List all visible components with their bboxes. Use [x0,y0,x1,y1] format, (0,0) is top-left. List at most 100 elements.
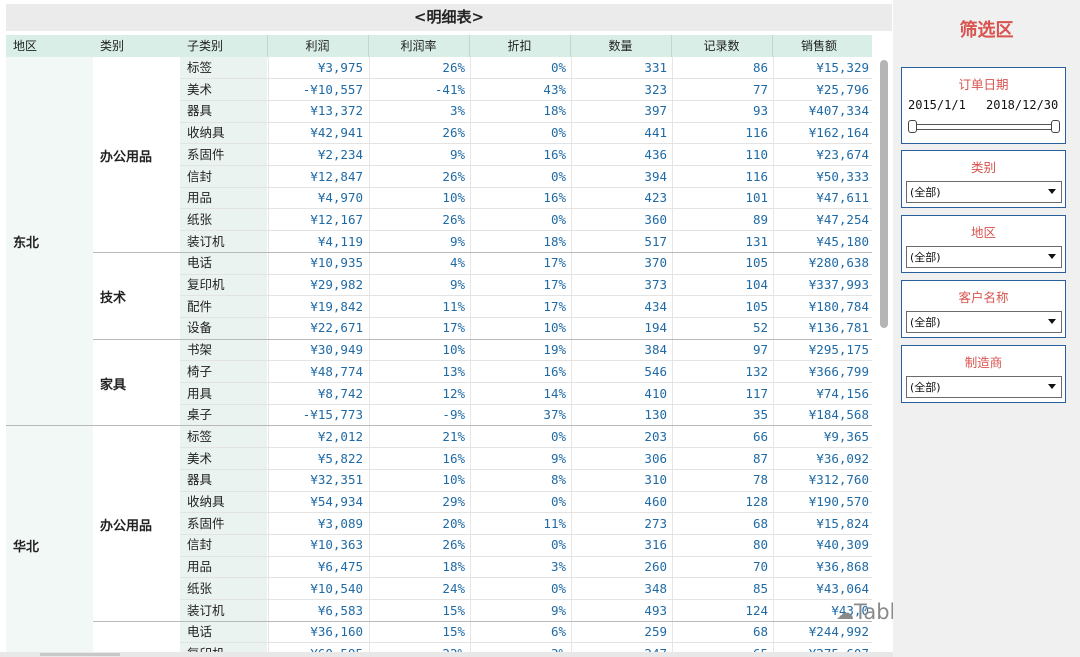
discount-cell: 0% [550,211,566,227]
subcategory-cell: 美术 [187,81,213,97]
customer-filter: 客户名称 (全部) [901,280,1066,338]
subcategory-cell: 桌子 [187,407,213,423]
record-count-cell: 87 [752,450,768,466]
subcategory-cell: 用具 [187,385,213,401]
header-record-count[interactable]: 记录数 [671,35,772,57]
header-profit[interactable]: 利润 [267,35,368,57]
subcategory-cell: 美术 [187,450,213,466]
header-discount[interactable]: 折扣 [469,35,570,57]
category-label: 办公用品 [100,518,153,534]
profit-cell: ¥8,742 [317,385,363,401]
region-label: 东北 [13,236,40,252]
profit-cell: ¥13,372 [310,103,363,119]
header-subcategory[interactable]: 子类别 [187,35,223,57]
record-count-cell: 116 [745,168,768,184]
profit-rate-cell: 26% [442,537,465,553]
profit-rate-cell: 18% [442,559,465,575]
quantity-cell: 310 [644,472,667,488]
sales-cell: ¥25,796 [816,81,869,97]
header-category[interactable]: 类别 [100,35,124,57]
discount-cell: 11% [543,515,566,531]
header-sales[interactable]: 销售额 [772,35,866,57]
quantity-cell: 410 [644,385,667,401]
subcategory-cell: 用品 [187,190,213,206]
chevron-down-icon [1048,254,1056,259]
subcategory-cell: 收纳具 [187,125,225,141]
subcategory-cell: 系固件 [187,146,225,162]
profit-cell: ¥12,167 [310,211,363,227]
category-dropdown[interactable]: (全部) [906,181,1062,203]
profit-cell: ¥30,949 [310,342,363,358]
profit-rate-cell: 9% [449,277,465,292]
discount-cell: 0% [550,537,566,553]
profit-cell: ¥32,351 [310,472,363,488]
watermark: ☁Tableau入门 [836,600,893,624]
header-region[interactable]: 地区 [13,35,37,57]
horizontal-scrollbar-thumb[interactable] [40,653,120,656]
profit-cell: ¥4,119 [317,233,363,249]
profit-rate-cell: 21% [442,428,465,444]
profit-rate-cell: 17% [442,320,465,336]
profit-rate-cell: 4% [449,255,465,271]
profit-cell: ¥42,941 [310,125,363,141]
profit-rate-cell: 26% [442,125,465,141]
profit-rate-cell: 12% [442,385,465,401]
date-slider-start-handle[interactable] [908,120,917,133]
subcategory-cell: 标签 [187,60,213,75]
profit-cell: ¥3,975 [317,60,363,75]
quantity-cell: 203 [644,428,667,444]
subcategory-cell: 器具 [187,103,213,119]
discount-cell: 37% [543,407,566,423]
sales-cell: ¥312,760 [808,472,869,488]
subcategory-cell: 信封 [187,168,213,184]
header-profit-rate[interactable]: 利润率 [368,35,469,57]
customer-dropdown[interactable]: (全部) [906,311,1062,333]
subcategory-cell: 信封 [187,537,213,553]
discount-cell: 0% [550,60,566,75]
region-dropdown[interactable]: (全部) [906,246,1062,268]
profit-cell: ¥10,540 [310,580,363,596]
horizontal-scrollbar[interactable] [0,652,893,657]
sales-cell: ¥190,570 [808,494,869,509]
category-filter: 类别 (全部) [901,150,1066,208]
quantity-cell: 384 [644,342,667,358]
sales-cell: ¥15,824 [816,515,869,531]
profit-rate-cell: 15% [442,602,465,618]
profit-rate-cell: 29% [442,494,465,509]
subcategory-cell: 书架 [187,342,213,358]
header-quantity[interactable]: 数量 [570,35,671,57]
table-title: <明细表> [6,4,892,31]
record-count-cell: 86 [752,60,768,75]
record-count-cell: 35 [752,407,768,423]
sales-cell: ¥9,365 [823,428,869,444]
quantity-cell: 306 [644,450,667,466]
profit-cell: ¥2,234 [317,146,363,162]
sales-cell: ¥23,674 [816,146,869,162]
subcategory-cell: 椅子 [187,363,213,379]
profit-rate-cell: 10% [442,342,465,358]
manufacturer-dropdown[interactable]: (全部) [906,376,1062,398]
date-slider-end-handle[interactable] [1051,120,1060,133]
profit-cell: ¥29,982 [310,277,363,292]
quantity-cell: 348 [644,580,667,596]
chevron-down-icon [1048,319,1056,324]
scrollbar-thumb[interactable] [880,60,888,328]
discount-cell: 8% [550,472,566,488]
category-label: 办公用品 [100,149,153,165]
discount-cell: 0% [550,580,566,596]
profit-rate-cell: 10% [442,472,465,488]
order-date-label: 订单日期 [958,77,1009,92]
record-count-cell: 128 [745,494,768,509]
quantity-cell: 370 [644,255,667,271]
discount-cell: 18% [543,233,566,249]
date-range-slider[interactable] [910,124,1059,130]
sales-cell: ¥407,334 [808,103,869,119]
chevron-down-icon [1048,384,1056,389]
record-count-cell: 80 [752,537,768,553]
discount-cell: 0% [550,494,566,509]
sales-cell: ¥50,333 [816,168,869,184]
profit-rate-cell: -41% [434,81,465,97]
quantity-cell: 130 [644,407,667,423]
subcategory-cell: 装订机 [187,233,225,249]
record-count-cell: 105 [745,298,768,314]
